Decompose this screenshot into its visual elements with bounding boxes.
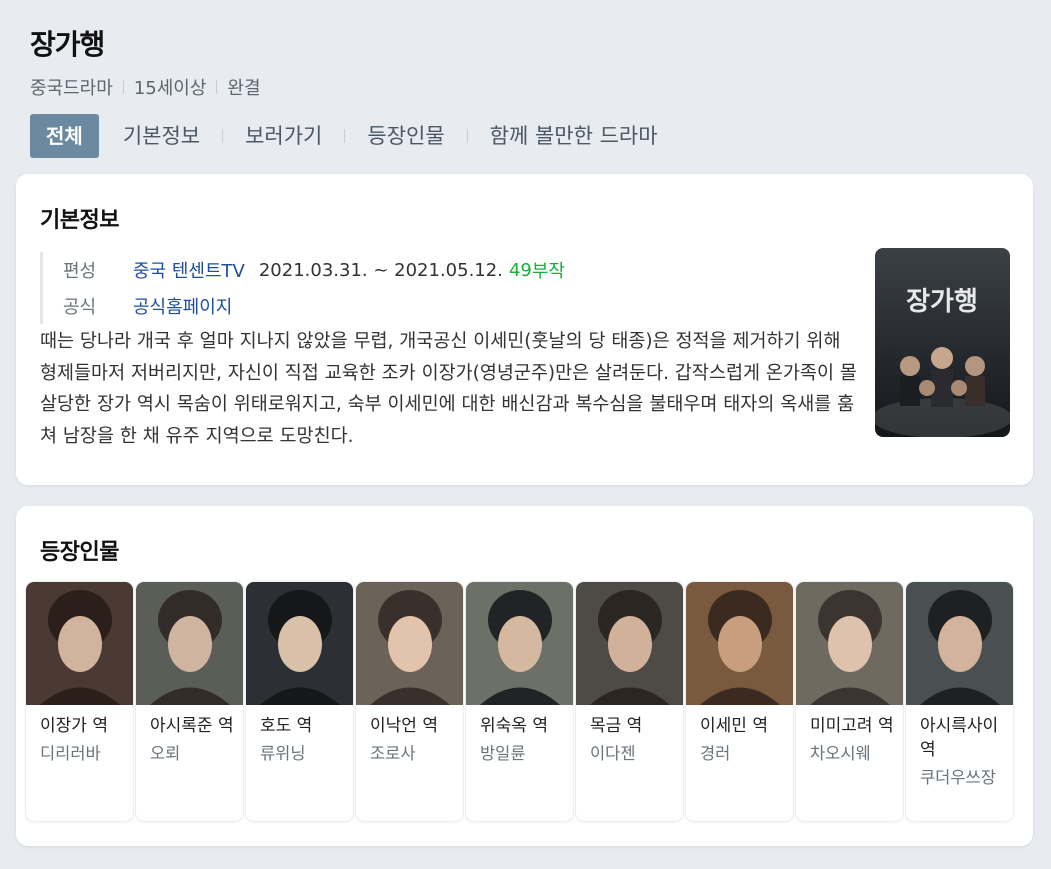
cast-member-card[interactable]: 이낙언 역조로사 [356,582,463,821]
cast-role: 이낙언 역 [370,716,438,736]
poster-title: 장가행 [906,287,978,317]
tab-similar-dramas[interactable]: 함께 볼만한 드라마 [490,114,658,158]
divider [222,129,224,143]
cast-role: 목금 역 [590,716,643,736]
cast-list: 이장가 역 디리러바 아시록준 역 오뢰 호도 역 류위닝 이낙언 역 조로사 위숙옥 역 방일륜… [26,582,1013,821]
cast-actor-name: 류위닝 [260,744,306,763]
cast-role: 아시록준 역 [150,716,234,736]
actor-photo [906,582,1013,705]
cast-role: 위숙옥 역 [480,716,548,736]
cast-actor-name: 차오시웨 [810,744,871,763]
cast-member-card[interactable]: 호도 역류위닝 [246,582,353,821]
synopsis: 때는 당나라 개국 후 얼마 지나지 않았을 무렵, 개국공신 이세민(훗날의 … [40,331,857,447]
cast-actor-name: 디리러바 [40,744,101,763]
actor-photo [246,582,353,705]
cast-member-card[interactable]: 위숙옥 역방일륜 [466,582,573,821]
actor-photo [686,582,793,705]
meta-rating: 15세이상 [133,78,207,99]
cast-member-card[interactable]: 아시록준 역오뢰 [136,582,243,821]
cast-card-section: 등장인물 이장가 역 디리러바 아시록준 역 오뢰 호도 역 류위닝 이낙언 역 조로사 위숙옥… [16,506,1033,846]
cast-role: 호도 역 [260,716,313,736]
tab-basic-info[interactable]: 기본정보 [123,114,200,158]
actor-photo [136,582,243,705]
actor-photo [356,582,463,705]
page-title: 장가행 [30,28,105,61]
episodes-suffix: 부작 [531,261,565,282]
basic-info-title: 기본정보 [40,208,119,233]
cast-role: 미미고려 역 [810,716,894,736]
official-homepage-link[interactable]: 공식홈페이지 [133,293,232,319]
actor-photo [576,582,683,705]
cast-member-card[interactable]: 이세민 역경러 [686,582,793,821]
actor-photo [26,582,133,705]
cast-member-card[interactable]: 미미고려 역차오시웨 [796,582,903,821]
info-table: 편성 중국 텐센트TV 2021.03.31. ~ 2021.05.12. 49… [40,252,565,324]
actor-photo [796,582,903,705]
broadcast-label: 편성 [63,261,97,282]
cast-actor-name: 이다젠 [590,744,636,763]
meta-status: 완결 [227,78,261,99]
official-label: 공식 [63,297,97,318]
actor-photo [466,582,573,705]
broadcaster-link[interactable]: 중국 텐센트TV [133,257,245,283]
cast-actor-name: 경러 [700,744,731,763]
cast-role: 이장가 역 [40,716,108,736]
divider [216,80,218,94]
meta-genre: 중국드라마 [30,78,113,99]
cast-actor-name: 조로사 [370,744,416,763]
cast-actor-name: 쿠더우쓰장 [920,768,996,787]
cast-actor-name: 오뢰 [150,744,181,763]
cast-role: 이세민 역 [700,716,768,736]
tab-watch[interactable]: 보러가기 [245,114,322,158]
divider [344,129,346,143]
cast-role: 아시륵사이 역 [920,716,999,760]
date-range: 2021.03.31. ~ 2021.05.12. [258,259,503,281]
poster-image[interactable]: 장가행 [875,248,1010,437]
tab-cast[interactable]: 등장인물 [367,114,444,158]
cast-member-card[interactable]: 아시륵사이 역쿠더우쓰장 [906,582,1013,821]
basic-info-card: 기본정보 편성 중국 텐센트TV 2021.03.31. ~ 2021.05.1… [16,174,1033,485]
cast-title: 등장인물 [40,540,119,565]
tab-all[interactable]: 전체 [30,114,99,158]
poster-art: 장가행 [875,248,1010,437]
divider [122,80,124,94]
cast-member-card[interactable]: 목금 역이다젠 [576,582,683,821]
episodes-number: 49 [508,259,532,281]
meta-line: 중국드라마 15세이상 완결 [30,74,1021,100]
cast-actor-name: 방일륜 [480,744,526,763]
divider [466,129,468,143]
tab-bar: 전체 기본정보 보러가기 등장인물 함께 볼만한 드라마 [30,114,1021,158]
header: 장가행 중국드라마 15세이상 완결 전체 기본정보 보러가기 등장인물 함께 … [0,0,1051,158]
info-row-broadcast: 편성 중국 텐센트TV 2021.03.31. ~ 2021.05.12. 49… [63,252,565,288]
cast-member-card[interactable]: 이장가 역디리러바 [26,582,133,821]
info-row-official: 공식 공식홈페이지 [63,288,565,324]
